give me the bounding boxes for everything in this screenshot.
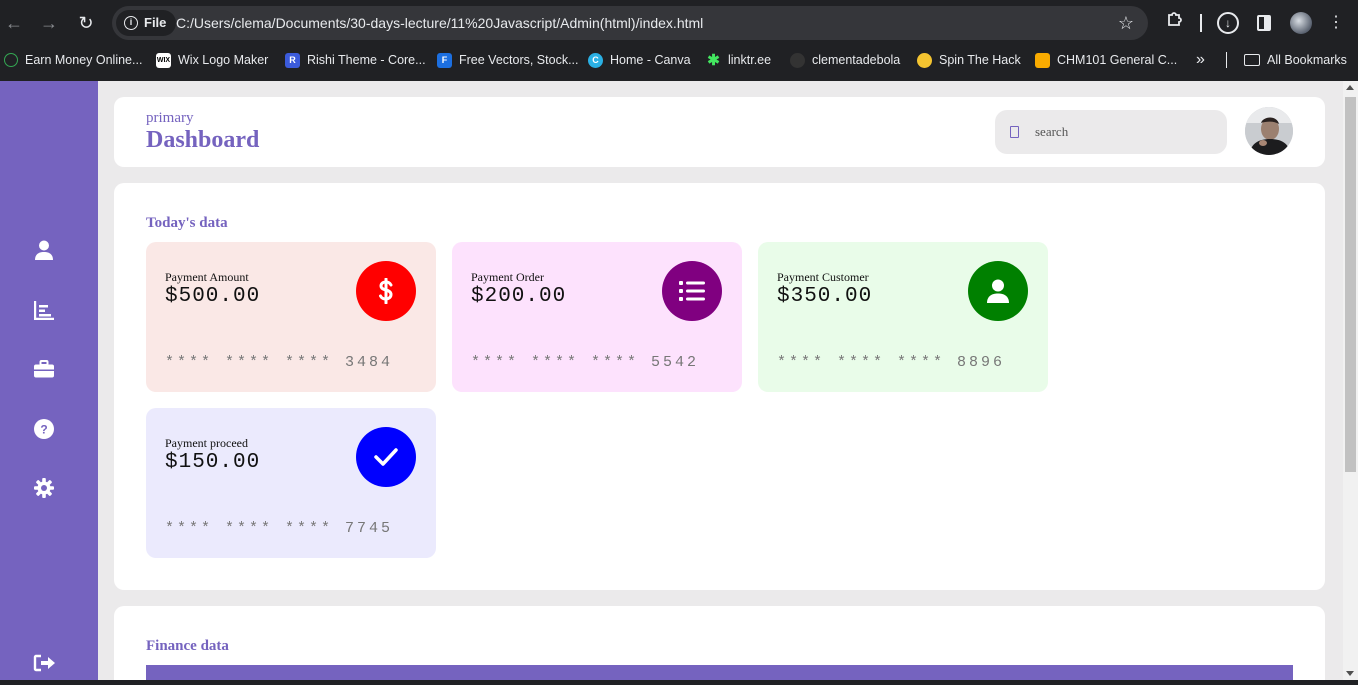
avatar[interactable] bbox=[1245, 107, 1293, 155]
bookmark-label: clementadebola bbox=[812, 53, 901, 67]
payment-amount: $350.00 bbox=[777, 285, 873, 308]
folder-icon bbox=[1244, 54, 1260, 66]
dollar-icon bbox=[356, 261, 416, 321]
earn-money-icon bbox=[4, 53, 18, 67]
search-input[interactable] bbox=[1035, 122, 1215, 142]
bookmark-item[interactable]: clementadebola bbox=[790, 46, 900, 74]
bookmarks-divider bbox=[1226, 52, 1227, 68]
bookmarks-bar: Earn Money Online... WIX Wix Logo Maker … bbox=[0, 46, 1358, 81]
page-viewport: ? primary Dashboard Today's data bbox=[0, 81, 1358, 680]
bookmark-item[interactable]: C Home - Canva bbox=[588, 46, 691, 74]
payment-label: Payment Amount bbox=[165, 270, 249, 284]
site-info-chip[interactable]: i File bbox=[116, 10, 177, 36]
help-icon[interactable]: ? bbox=[33, 418, 55, 440]
bookmark-label: CHM101 General C... bbox=[1057, 53, 1178, 67]
todays-data-card: Today's data Payment Amount $500.00 ****… bbox=[114, 183, 1325, 590]
settings-icon[interactable] bbox=[33, 477, 55, 499]
site-chip-label: File bbox=[144, 15, 167, 30]
bookmark-label: linktr.ee bbox=[728, 53, 772, 67]
card-number-mask: **** **** **** 8896 bbox=[777, 354, 1006, 371]
payment-card[interactable]: Payment Order $200.00 **** **** **** 554… bbox=[452, 242, 742, 392]
forward-icon[interactable]: → bbox=[37, 11, 61, 35]
bookmark-item[interactable]: R Rishi Theme - Core... bbox=[285, 46, 426, 74]
all-bookmarks-button[interactable]: All Bookmarks bbox=[1244, 46, 1347, 74]
linktree-icon: ✱ bbox=[707, 51, 720, 69]
bookmarks-overflow-icon[interactable]: » bbox=[1196, 46, 1205, 74]
bookmark-label: Wix Logo Maker bbox=[178, 53, 269, 67]
bookmark-item[interactable]: F Free Vectors, Stock... bbox=[437, 46, 579, 74]
payment-card[interactable]: Payment Amount $500.00 **** **** **** 34… bbox=[146, 242, 436, 392]
card-number-mask: **** **** **** 5542 bbox=[471, 354, 700, 371]
header-card: primary Dashboard bbox=[114, 97, 1325, 167]
wix-icon: WIX bbox=[156, 52, 171, 68]
profile-avatar-icon[interactable] bbox=[1290, 12, 1312, 34]
side-panel-icon[interactable] bbox=[1257, 15, 1271, 31]
freepik-icon: F bbox=[437, 52, 452, 68]
card-number-mask: **** **** **** 3484 bbox=[165, 354, 394, 371]
bookmark-item[interactable]: Spin The Hack bbox=[917, 46, 1021, 74]
browser-toolbar: ← → ↻ i File C:/Users/clema/Documents/30… bbox=[0, 0, 1358, 46]
page-title: Dashboard bbox=[146, 127, 260, 153]
download-icon[interactable]: ↓ bbox=[1217, 12, 1239, 34]
payment-label: Payment Customer bbox=[777, 270, 869, 284]
bookmark-item[interactable]: CHM101 General C... bbox=[1035, 46, 1177, 74]
bookmark-label: Rishi Theme - Core... bbox=[307, 53, 426, 67]
payment-card[interactable]: Payment Customer $350.00 **** **** **** … bbox=[758, 242, 1048, 392]
scroll-down-icon[interactable] bbox=[1346, 671, 1354, 676]
finance-table-header bbox=[146, 665, 1293, 680]
bookmark-label: Earn Money Online... bbox=[25, 53, 143, 67]
url-text[interactable]: C:/Users/clema/Documents/30-days-lecture… bbox=[176, 6, 703, 40]
search-box[interactable] bbox=[995, 110, 1227, 154]
toolbar-divider bbox=[1200, 14, 1202, 32]
payment-label: Payment proceed bbox=[165, 436, 248, 450]
bookmark-label: Spin The Hack bbox=[939, 53, 1021, 67]
payment-amount: $500.00 bbox=[165, 285, 261, 308]
list-icon bbox=[662, 261, 722, 321]
payment-amount: $150.00 bbox=[165, 451, 261, 474]
back-icon[interactable]: ← bbox=[2, 11, 26, 35]
classroom-icon bbox=[1035, 52, 1050, 68]
section-title: Finance data bbox=[146, 638, 229, 654]
logout-icon[interactable] bbox=[33, 652, 55, 674]
bookmark-label: Free Vectors, Stock... bbox=[459, 53, 579, 67]
customer-icon bbox=[968, 261, 1028, 321]
payment-card[interactable]: Payment proceed $150.00 **** **** **** 7… bbox=[146, 408, 436, 558]
chart-icon[interactable] bbox=[33, 299, 55, 321]
finance-data-card: Finance data bbox=[114, 606, 1325, 680]
reload-icon[interactable]: ↻ bbox=[74, 11, 98, 35]
canva-icon: C bbox=[588, 52, 603, 68]
window-bottom-edge bbox=[0, 680, 1358, 685]
user-icon[interactable] bbox=[33, 239, 55, 261]
search-icon bbox=[1010, 126, 1019, 138]
svg-text:?: ? bbox=[40, 423, 47, 437]
sidebar: ? bbox=[0, 81, 98, 680]
info-icon: i bbox=[124, 16, 138, 30]
menu-kebab-icon[interactable]: ⋮ bbox=[1323, 10, 1349, 36]
bookmark-item[interactable]: Earn Money Online... bbox=[4, 46, 142, 74]
bookmark-star-icon[interactable]: ☆ bbox=[1118, 10, 1134, 36]
scroll-thumb[interactable] bbox=[1345, 97, 1356, 472]
page-scrollbar[interactable] bbox=[1343, 81, 1358, 680]
payment-label: Payment Order bbox=[471, 270, 544, 284]
github-icon bbox=[790, 52, 805, 68]
check-icon bbox=[356, 427, 416, 487]
briefcase-icon[interactable] bbox=[33, 358, 55, 380]
spin-icon bbox=[917, 52, 932, 68]
header-subtitle: primary bbox=[146, 110, 194, 126]
bookmark-item[interactable]: ✱ linktr.ee bbox=[706, 46, 771, 74]
payment-amount: $200.00 bbox=[471, 285, 567, 308]
rishi-icon: R bbox=[285, 52, 300, 68]
section-title: Today's data bbox=[146, 215, 228, 231]
scroll-up-icon[interactable] bbox=[1346, 85, 1354, 90]
card-number-mask: **** **** **** 7745 bbox=[165, 520, 394, 537]
bookmark-item[interactable]: WIX Wix Logo Maker bbox=[156, 46, 268, 74]
address-bar[interactable]: i File C:/Users/clema/Documents/30-days-… bbox=[112, 6, 1148, 40]
bookmark-label: Home - Canva bbox=[610, 53, 691, 67]
extensions-icon[interactable] bbox=[1162, 10, 1188, 36]
all-bookmarks-label: All Bookmarks bbox=[1267, 53, 1347, 67]
